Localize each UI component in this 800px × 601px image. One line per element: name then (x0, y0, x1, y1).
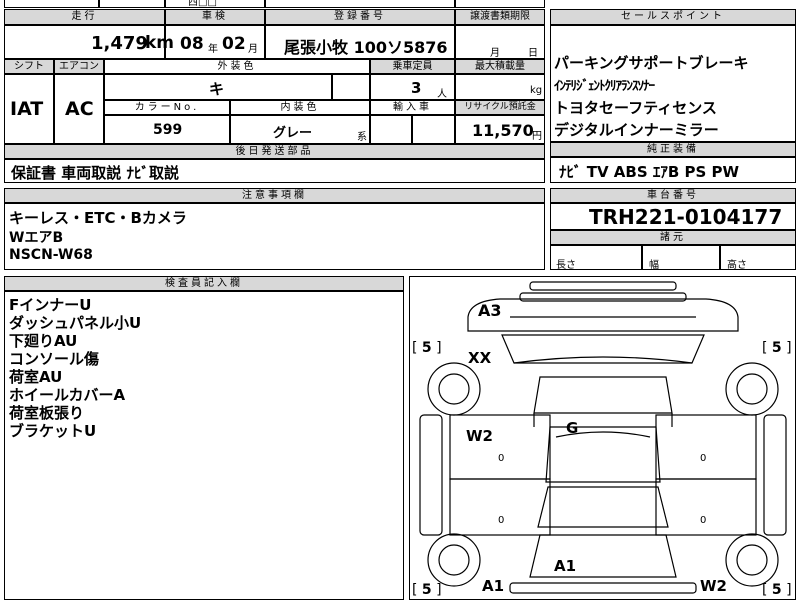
width-cell: 幅 (642, 245, 720, 271)
height-label: 高さ (727, 260, 747, 271)
transfer-cell: 月 日 (455, 25, 545, 59)
mark-left-door: W2 (466, 427, 493, 445)
interior-suffix: 系 (357, 132, 367, 143)
mark-zero: 0 (498, 453, 505, 464)
sales-points-cell: パーキングサポートブレーキ ｲﾝﾃﾘｼﾞｪﾝﾄｸﾘｱﾗﾝｽｿﾅｰ トヨタセーフテ… (550, 25, 796, 142)
mileage-value: 1,479 (91, 33, 148, 54)
max-load-unit: kg (530, 85, 543, 96)
vehicle-diagram: [ 5 ] [ 5 ] [ 5 ] [ 5 ] A3 XX W2 G A1 A1… (409, 276, 796, 600)
documents-value: 保証書 車両取説 ﾅﾋﾞ取説 (11, 164, 179, 182)
color-no-cell: 599 (104, 115, 230, 144)
import-header: 輸入車 (370, 100, 455, 115)
inspection-month-unit: 月 (248, 44, 258, 55)
aircon-value: AC (65, 98, 94, 120)
interior-color-header: 内装色 (230, 100, 370, 115)
top-partial-cell (265, 0, 455, 8)
top-partial-text: 西□□ (188, 0, 217, 8)
note-line: NSCN-W68 (9, 247, 93, 263)
sales-point-item: トヨタセーフティセンス (554, 99, 717, 117)
transfer-month: 月 (490, 48, 500, 59)
note-line: キーレス・ETC・Bカメラ (9, 209, 187, 227)
mark-roof: A3 (478, 301, 502, 320)
sales-point-item: ｲﾝﾃﾘｼﾞｪﾝﾄｸﾘｱﾗﾝｽｿﾅｰ (554, 79, 655, 94)
equipment-header: 純正装備 (550, 142, 796, 157)
length-cell: 長さ (550, 245, 642, 271)
equipment-value: ﾅﾋﾞ TV ABS ｴｱB PS PW (559, 163, 740, 181)
shift-cell: IAT (4, 74, 54, 144)
registration-cell: 尾張小牧 100ソ5876 (265, 25, 455, 59)
chassis-header: 車台番号 (550, 188, 796, 203)
height-cell: 高さ (720, 245, 796, 271)
length-label: 長さ (556, 260, 576, 271)
inspector-header: 検査員記入欄 (4, 276, 404, 291)
capacity-value: 3 (411, 79, 422, 97)
registration-header: 登録番号 (265, 9, 455, 25)
inspection-header: 車検 (165, 9, 265, 25)
width-label: 幅 (649, 260, 659, 271)
mark-rear-left: A1 (482, 577, 505, 595)
mileage-header: 走行 (4, 9, 165, 25)
tire-rating-front-left: [ 5 ] (412, 340, 442, 356)
mark-glass: G (566, 419, 579, 437)
import-sub-cell (412, 115, 455, 144)
tire-rating-front-right: [ 5 ] (762, 340, 792, 356)
sales-point-item: パーキングサポートブレーキ (554, 54, 749, 72)
inspector-line: ブラケットU (9, 422, 97, 440)
mark-rear-right: W2 (700, 577, 727, 595)
transfer-day: 日 (528, 48, 538, 59)
notes-header: 注意事項欄 (4, 188, 545, 203)
interior-color-cell: グレー 系 (230, 115, 370, 144)
max-load-cell: kg (455, 74, 545, 100)
mileage-cell: 1,479 km (4, 25, 174, 59)
chassis-value: TRH221-0104177 (589, 205, 783, 229)
inspection-month: 02 (222, 34, 246, 54)
exterior-color-value: キ (209, 80, 225, 98)
recycle-value: 11,570 (472, 121, 534, 140)
equipment-cell: ﾅﾋﾞ TV ABS ｴｱB PS PW (550, 157, 796, 183)
recycle-header: リサイクル預託金 (455, 100, 545, 115)
aircon-header: エアコン (54, 59, 104, 74)
tire-rating-rear-left: [ 5 ] (412, 582, 442, 598)
sales-point-item: デジタルインナーミラー (554, 121, 719, 139)
max-load-header: 最大積載量 (455, 59, 545, 74)
top-partial-cell (99, 0, 165, 8)
inspector-cell: FインナーU ダッシュパネル小U 下廻りAU コンソール傷 荷室AU ホイールカ… (4, 291, 404, 600)
top-partial-cell (4, 0, 99, 8)
note-line: WエアB (9, 230, 64, 246)
interior-color-value: グレー (273, 126, 313, 141)
color-no-value: 599 (153, 122, 183, 138)
import-cell (370, 115, 412, 144)
capacity-unit: 人 (437, 89, 447, 100)
mark-front-left: XX (468, 349, 492, 367)
documents-header: 後日発送部品 (4, 144, 545, 159)
top-partial-cell: 西□□ (165, 0, 265, 8)
tire-rating-rear-right: [ 5 ] (762, 582, 792, 598)
dims-header: 諸元 (550, 230, 796, 245)
exterior-color-cell: キ (104, 74, 332, 100)
mark-zero: 0 (700, 515, 707, 526)
notes-cell: キーレス・ETC・Bカメラ WエアB NSCN-W68 (4, 203, 545, 270)
color-no-header: カラーNo. (104, 100, 230, 115)
exterior-color-header: 外装色 (104, 59, 370, 74)
transfer-header: 譲渡書類期限 (455, 9, 545, 25)
mark-zero: 0 (700, 453, 707, 464)
capacity-header: 乗車定員 (370, 59, 455, 74)
shift-header: シフト (4, 59, 54, 74)
sales-points-header: セールスポイント (550, 9, 796, 25)
inspection-year: 08 (180, 34, 204, 54)
top-partial-cell (455, 0, 545, 8)
aircon-cell: AC (54, 74, 104, 144)
inspection-year-unit: 年 (208, 44, 218, 55)
registration-value: 尾張小牧 100ソ5876 (284, 38, 448, 57)
mark-zero: 0 (498, 515, 505, 526)
capacity-cell: 3 人 (370, 74, 455, 100)
shift-value: IAT (10, 98, 44, 120)
chassis-cell: TRH221-0104177 (550, 203, 796, 230)
documents-cell: 保証書 車両取説 ﾅﾋﾞ取説 (4, 159, 545, 183)
recycle-cell: 11,570 円 (455, 115, 545, 144)
mark-floor: A1 (554, 557, 577, 575)
exterior-color-sub-cell (332, 74, 370, 100)
inspection-cell: 08 年 02 月 (165, 25, 265, 59)
recycle-unit: 円 (532, 131, 542, 142)
